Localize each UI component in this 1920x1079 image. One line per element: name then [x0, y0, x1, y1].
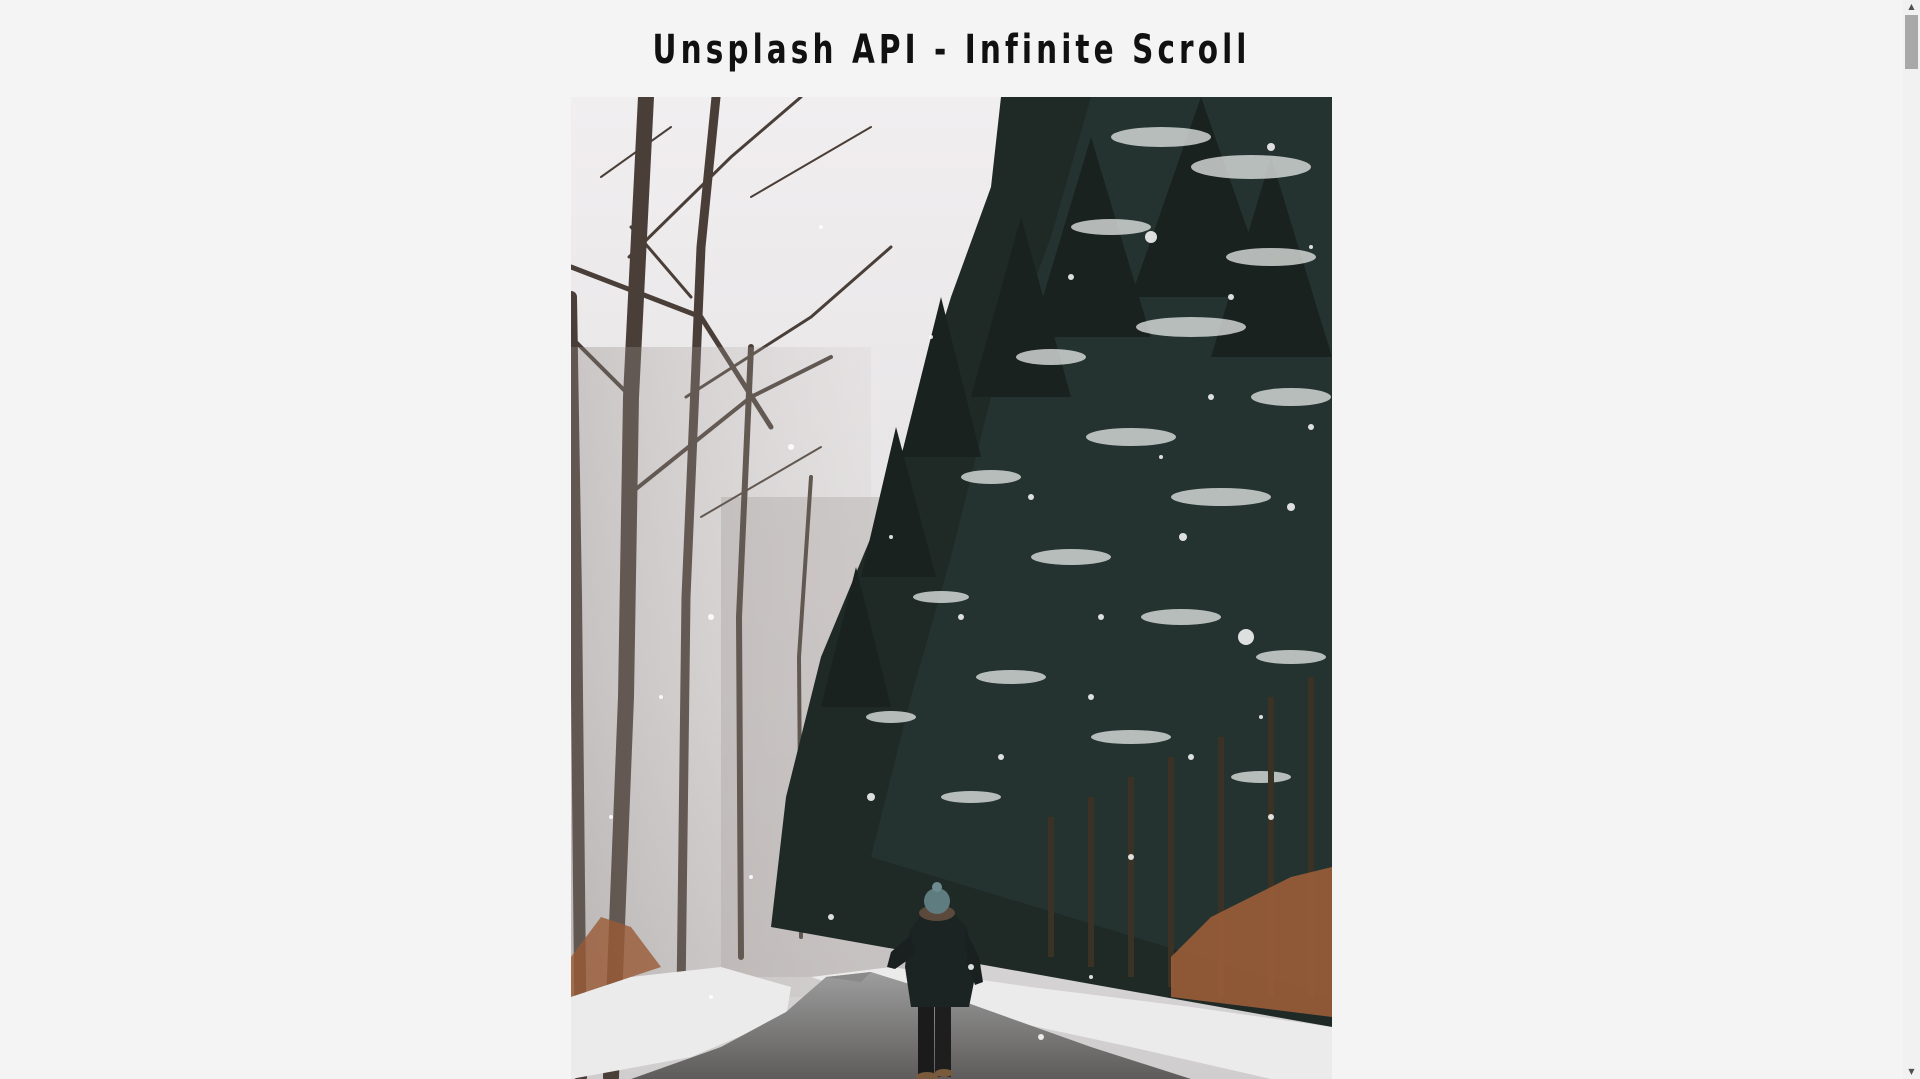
scroll-down-icon[interactable]: ▼: [1903, 1065, 1920, 1079]
scrollbar-thumb[interactable]: [1905, 15, 1918, 69]
gallery-image[interactable]: [571, 97, 1332, 1079]
page-title: Unsplash API - Infinite Scroll: [652, 27, 1251, 73]
snowy-forest-photo: [571, 97, 1332, 1079]
scroll-up-icon[interactable]: ▲: [1903, 0, 1920, 14]
page: Unsplash API - Infinite Scroll ▲ ▼: [0, 0, 1920, 1079]
vertical-scrollbar[interactable]: ▲ ▼: [1903, 0, 1920, 1079]
